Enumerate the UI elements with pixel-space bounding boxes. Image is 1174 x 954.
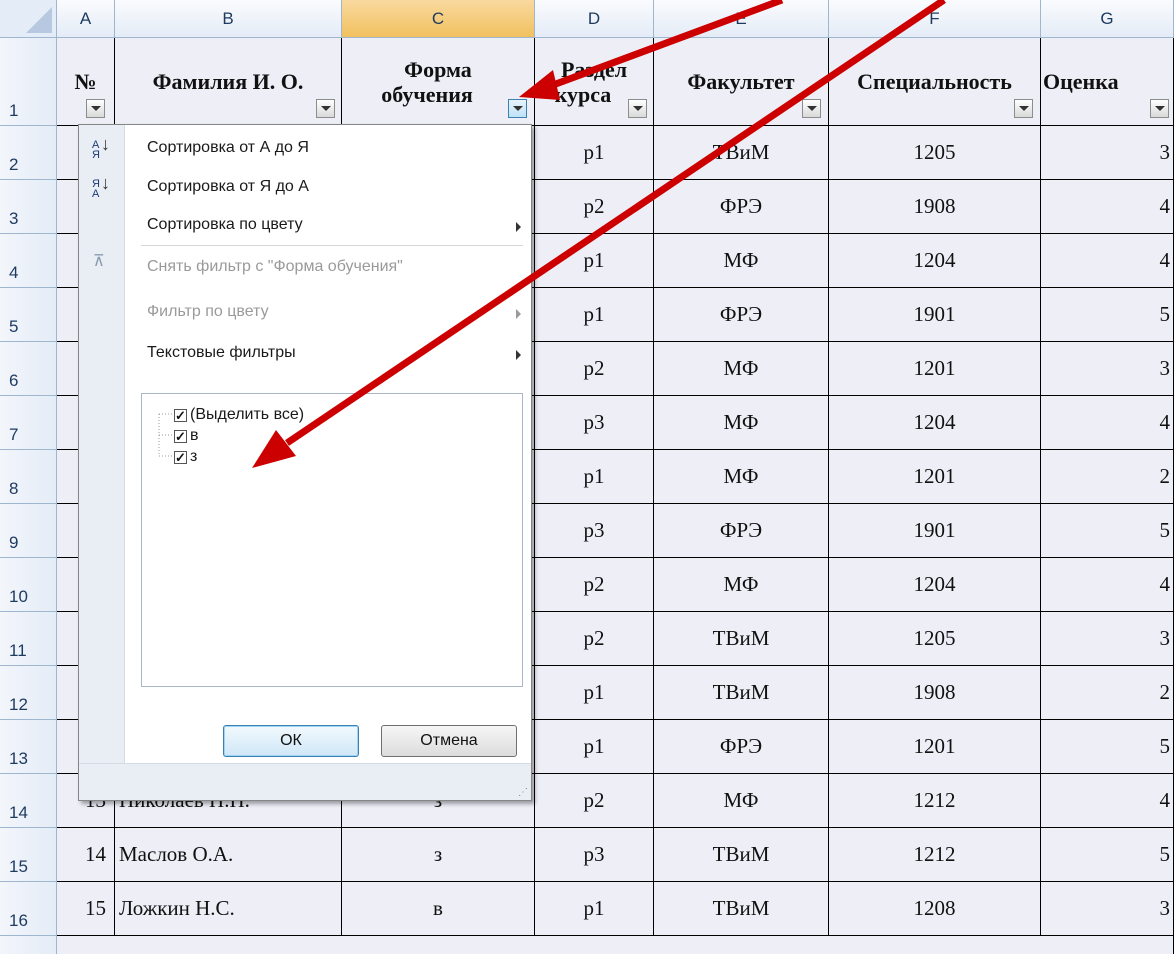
arrowhead [519,70,560,100]
arrow-to-filter-button [543,0,784,92]
arrow-to-list [285,0,946,446]
arrowhead [252,430,296,468]
annotation-arrows [252,0,946,468]
